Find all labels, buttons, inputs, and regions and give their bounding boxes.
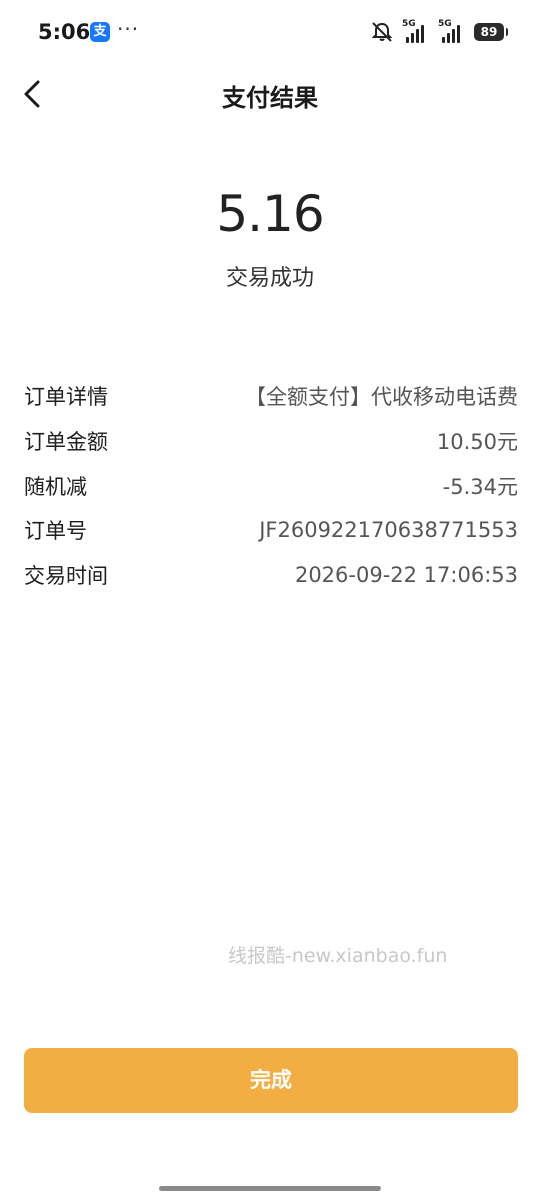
detail-label: 随机减 <box>24 474 87 499</box>
bell-off-icon <box>371 22 393 42</box>
detail-label: 订单号 <box>24 519 87 544</box>
nav-bar: 支付结果 <box>0 64 540 124</box>
page-title: 支付结果 <box>222 84 318 112</box>
network-type: 5G <box>402 19 416 29</box>
detail-value: 2026-09-22 17:06:53 <box>294 563 518 588</box>
signal-icon: 5G <box>438 19 466 43</box>
payment-amount: 5.16 <box>216 185 324 243</box>
network-type: 5G <box>438 19 452 29</box>
detail-value: 10.50元 <box>436 430 518 455</box>
status-time: 5:06 <box>38 20 91 44</box>
detail-row-discount: 随机减 -5.34元 <box>24 463 518 508</box>
detail-label: 订单详情 <box>24 385 108 410</box>
transaction-status: 交易成功 <box>225 266 314 291</box>
status-indicators: 5G 5G 89 <box>370 19 508 44</box>
detail-value: -5.34元 <box>442 474 518 499</box>
battery-icon: 89 <box>474 23 508 41</box>
order-details: 订单详情 【全额支付】代收移动电话费 订单金额 10.50元 随机减 -5.34… <box>24 374 518 597</box>
detail-value: 【全额支付】代收移动电话费 <box>245 385 518 410</box>
detail-label: 交易时间 <box>24 564 108 589</box>
detail-value: JF2609221706387​71553 <box>259 518 518 543</box>
home-indicator[interactable] <box>159 1186 381 1191</box>
signal-icon: 5G <box>402 19 430 43</box>
watermark: 线报酷-new.xianbao.fun <box>228 945 448 967</box>
more-notifications-icon: ··· <box>117 17 140 41</box>
detail-row-order-amount: 订单金额 10.50元 <box>24 419 518 464</box>
detail-row-transaction-time: 交易时间 2026-09-22 17:06:53 <box>24 553 518 598</box>
alipay-icon: 支 <box>90 22 110 42</box>
status-bar: 5:06 支 ··· 5G 5G 89 <box>0 0 540 64</box>
detail-row-order-info: 订单详情 【全额支付】代收移动电话费 <box>24 374 518 419</box>
detail-label: 订单金额 <box>24 430 108 455</box>
detail-row-order-number: 订单号 JF2609221706387​71553 <box>24 508 518 553</box>
done-button[interactable]: 完成 <box>24 1048 518 1113</box>
